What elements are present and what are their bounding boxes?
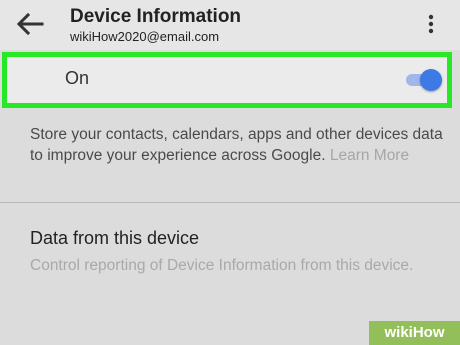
page-title: Device Information bbox=[70, 6, 242, 27]
more-options-button[interactable] bbox=[422, 12, 440, 36]
wikihow-watermark: wikiHow bbox=[369, 321, 460, 345]
data-section-title[interactable]: Data from this device bbox=[30, 228, 199, 249]
description-text: Store your contacts, calendars, apps and… bbox=[30, 124, 450, 166]
device-info-switch[interactable] bbox=[404, 67, 444, 93]
section-divider bbox=[0, 202, 460, 203]
data-section-description: Control reporting of Device Information … bbox=[30, 257, 414, 274]
device-info-toggle-row[interactable]: On bbox=[2, 52, 452, 108]
learn-more-link[interactable]: Learn More bbox=[330, 147, 409, 164]
toggle-label: On bbox=[65, 68, 90, 88]
more-vert-icon bbox=[428, 14, 434, 34]
account-email: wikiHow2020@email.com bbox=[70, 29, 220, 44]
switch-knob bbox=[420, 69, 442, 91]
back-button[interactable] bbox=[14, 10, 46, 38]
app-header: Device Information wikiHow2020@email.com bbox=[0, 0, 460, 50]
back-arrow-icon bbox=[16, 12, 44, 36]
